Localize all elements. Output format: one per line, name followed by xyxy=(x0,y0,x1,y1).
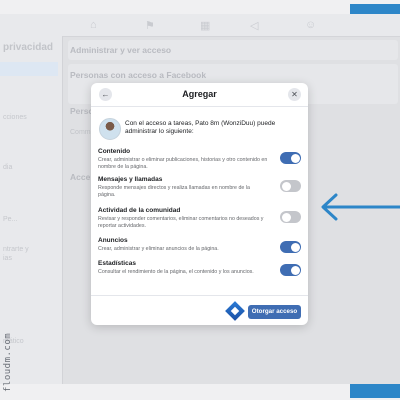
permission-row-anuncios: Anuncios Crear, administrar y eliminar a… xyxy=(98,237,301,253)
permission-description: Responde mensajes directos y realiza lla… xyxy=(98,185,250,198)
permission-row-contenido: Contenido Crear, administrar o eliminar … xyxy=(98,148,301,171)
toggle-knob xyxy=(281,181,291,191)
estadisticas-toggle[interactable] xyxy=(280,264,301,276)
anuncios-toggle[interactable] xyxy=(280,241,301,253)
close-icon: ✕ xyxy=(291,90,298,99)
permission-description: Crear, administrar y eliminar anuncios d… xyxy=(98,246,219,252)
flag-icon[interactable]: ⚑ xyxy=(145,19,155,32)
sidebar-selected-item[interactable] xyxy=(0,62,58,76)
add-access-dialog: ← Agregar ✕ Con el acceso a tareas, Pato… xyxy=(91,83,308,325)
sidebar-item[interactable]: cciones xyxy=(3,114,27,121)
calendar-icon[interactable]: ▦ xyxy=(200,19,210,32)
section-heading: Personas con acceso a Facebook xyxy=(70,70,207,80)
permission-title: Contenido xyxy=(98,148,131,155)
toggle-knob xyxy=(290,242,300,252)
permission-description: Crear, administrar o eliminar publicacio… xyxy=(98,157,268,170)
close-button[interactable]: ✕ xyxy=(288,88,301,101)
mensajes-toggle[interactable] xyxy=(280,180,301,192)
permission-title: Estadísticas xyxy=(98,260,136,267)
arrow-annotation-icon xyxy=(321,193,400,221)
sidebar-title: privacidad xyxy=(3,42,54,53)
sidebar-item[interactable]: dia xyxy=(3,164,12,171)
sidebar-item[interactable]: ias xyxy=(3,255,12,262)
permission-title: Anuncios xyxy=(98,237,128,244)
permission-row-comunidad: Actividad de la comunidad Revisar y resp… xyxy=(98,207,301,230)
bottom-accent-bar xyxy=(350,384,400,398)
permission-description: Revisar y responder comentarios, elimina… xyxy=(98,216,264,229)
sidebar-item[interactable]: Pe... xyxy=(3,216,17,223)
permission-title: Actividad de la comunidad xyxy=(98,207,181,214)
permission-row-estadisticas: Estadísticas Consultar el rendimiento de… xyxy=(98,260,301,276)
toggle-knob xyxy=(290,153,300,163)
permission-description: Consultar el rendimiento de la página, e… xyxy=(98,269,254,275)
dialog-header: ← Agregar ✕ xyxy=(91,83,308,107)
dialog-title: Agregar xyxy=(182,89,217,99)
sidebar-item[interactable]: ntrarte y xyxy=(3,246,29,253)
home-icon[interactable]: ⌂ xyxy=(90,19,97,31)
permission-title: Mensajes y llamadas xyxy=(98,176,163,183)
comunidad-toggle[interactable] xyxy=(280,211,301,223)
section-heading: Administrar y ver acceso xyxy=(70,45,172,55)
toggle-knob xyxy=(281,212,291,222)
brand-diamond-icon xyxy=(225,301,245,321)
avatar xyxy=(99,118,121,140)
top-navigation-bar: ⌂ ⚑ ▦ ◁ ☺ xyxy=(0,14,400,37)
section-heading: Acce xyxy=(70,172,91,182)
dialog-footer: Otorgar acceso xyxy=(91,295,308,326)
contenido-toggle[interactable] xyxy=(280,152,301,164)
grant-access-button[interactable]: Otorgar acceso xyxy=(248,305,301,319)
permission-row-mensajes: Mensajes y llamadas Responde mensajes di… xyxy=(98,176,301,199)
intro-text: Con el acceso a tareas, Pato 8m (WonziDu… xyxy=(125,120,276,135)
smiley-icon[interactable]: ☺ xyxy=(305,19,316,31)
section-subtext: Comm xyxy=(70,129,91,136)
intro-section: Con el acceso a tareas, Pato 8m (WonziDu… xyxy=(99,118,304,140)
megaphone-icon[interactable]: ◁ xyxy=(250,19,258,32)
watermark: floudm.com xyxy=(3,332,13,392)
toggle-knob xyxy=(290,265,300,275)
